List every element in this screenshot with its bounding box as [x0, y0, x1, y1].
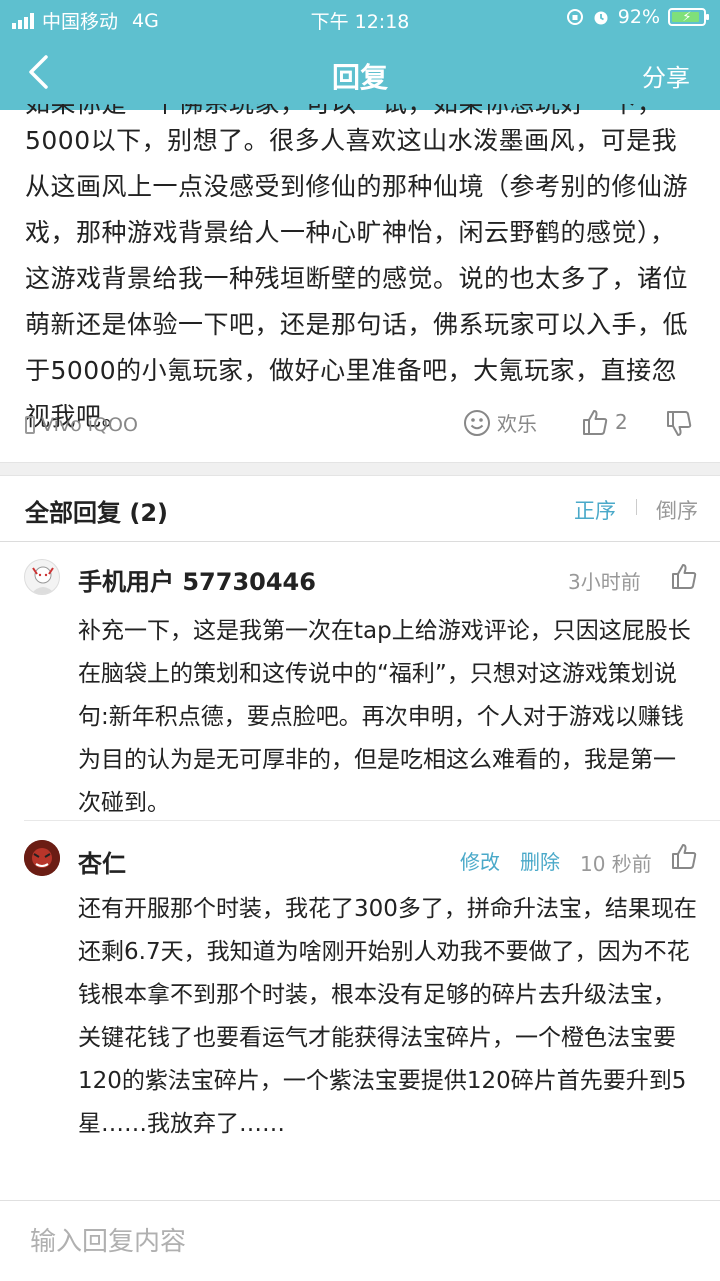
reply-author[interactable]: 手机用户 57730446: [78, 562, 316, 597]
section-divider: [0, 462, 720, 476]
thumbs-down-icon: [667, 411, 692, 436]
sort-descending-button[interactable]: 倒序: [656, 495, 698, 525]
replies-title: 全部回复 (2): [25, 499, 168, 527]
status-right: 92% ⚡: [566, 6, 709, 28]
reply-author[interactable]: 杏仁: [78, 844, 126, 879]
battery-percent: 92%: [617, 6, 660, 28]
reply-divider: [24, 820, 720, 821]
alarm-icon: [594, 11, 608, 25]
post-partial-line: 如果你是一个佛系玩家，可以一试，如果你想玩好一下，: [25, 104, 697, 118]
reply-item: 杏仁 修改 删除 10 秒前 还有开服那个时装，我花了300多了，拼命升法宝，结…: [0, 822, 720, 1192]
post-text: 5000以下，别想了。很多人喜欢这山水泼墨画风，可是我从这画风上一点没感受到修仙…: [25, 126, 689, 431]
sort-separator: [636, 499, 637, 515]
post-meta: Vivo iQOO 欢乐 2: [25, 408, 695, 448]
avatar-image-icon: [31, 566, 55, 594]
phone-icon: [25, 416, 35, 434]
reply-text: 补充一下，这是我第一次在tap上给游戏评论，只因这屁股长在脑袋上的策划和这传说中…: [78, 618, 691, 816]
avatar-image-icon: [24, 840, 60, 876]
reply-item: 手机用户 57730446 3小时前 补充一下，这是我第一次在tap上给游戏评论…: [0, 542, 720, 816]
reply-input[interactable]: [28, 1219, 692, 1265]
app-header: 中国移动 4G 下午 12:18 92% ⚡ 回复 分享: [0, 0, 720, 110]
reply-like-button[interactable]: [670, 842, 698, 874]
device-info: Vivo iQOO: [25, 414, 138, 436]
reply-time: 10 秒前: [580, 852, 652, 876]
emoji-label: 欢乐: [497, 412, 537, 436]
edit-reply-button[interactable]: 修改: [460, 846, 500, 875]
device-label: Vivo iQOO: [41, 414, 138, 436]
reply-input-bar: [0, 1200, 720, 1281]
share-button[interactable]: 分享: [642, 58, 690, 93]
nav-bar: 回复 分享: [0, 36, 720, 110]
page-title: 回复: [331, 61, 388, 94]
dislike-button[interactable]: [665, 410, 693, 442]
replies-header: 全部回复 (2) 正序 倒序: [0, 475, 720, 541]
thumbs-up-icon: [672, 564, 697, 589]
reply-text: 还有开服那个时装，我花了300多了，拼命升法宝，结果现在还剩6.7天，我知道为啥…: [78, 896, 697, 1137]
avatar[interactable]: [24, 559, 60, 595]
status-bar: 中国移动 4G 下午 12:18 92% ⚡: [0, 0, 720, 36]
thumbs-up-icon: [583, 410, 608, 435]
post-content: 如果你是一个佛系玩家，可以一试，如果你想玩好一下， 5000以下，别想了。很多人…: [25, 104, 697, 440]
smile-icon: [464, 409, 490, 436]
delete-reply-button[interactable]: 删除: [520, 846, 560, 875]
avatar[interactable]: [24, 840, 60, 876]
like-button[interactable]: 2: [581, 408, 628, 436]
reply-time: 3小时前: [568, 570, 641, 594]
emoji-reaction-button[interactable]: 欢乐: [463, 408, 537, 437]
battery-icon: ⚡: [668, 8, 709, 26]
rotation-lock-icon: [566, 9, 583, 25]
thumbs-up-icon: [672, 844, 697, 869]
like-count: 2: [615, 410, 628, 434]
sort-ascending-button[interactable]: 正序: [574, 495, 616, 525]
reply-like-button[interactable]: [670, 562, 698, 594]
